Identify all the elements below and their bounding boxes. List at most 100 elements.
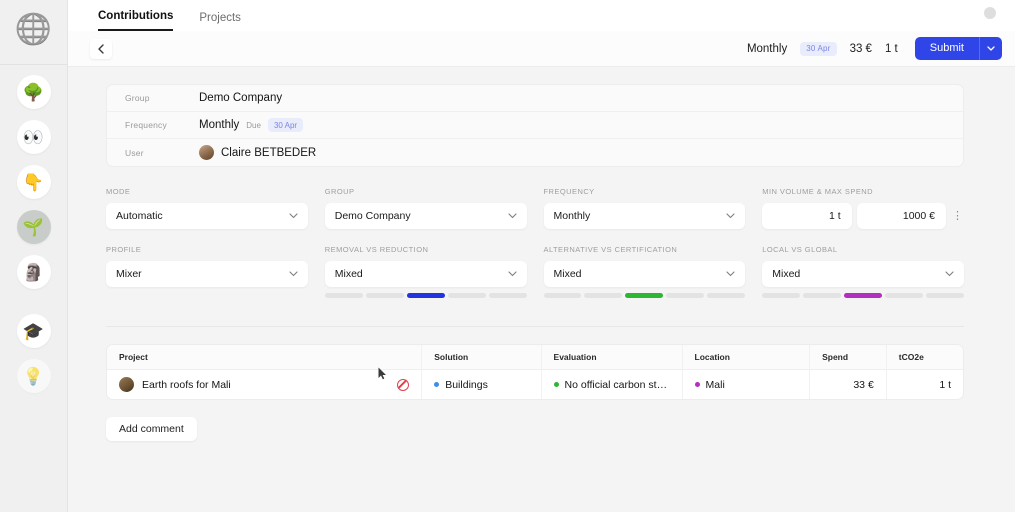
- slider-segment[interactable]: [762, 293, 801, 298]
- tab-contributions[interactable]: Contributions: [98, 10, 174, 31]
- vertical-dots-icon[interactable]: ⋮: [951, 203, 964, 229]
- chevron-down-icon: [726, 212, 735, 221]
- tab-projects[interactable]: Projects: [199, 12, 241, 31]
- slider-segment[interactable]: [803, 293, 842, 298]
- sidebar-item-pointing-down[interactable]: 👇: [16, 165, 51, 199]
- evaluation-dot: [553, 382, 559, 388]
- table-body: Earth roofs for Mali Buildings No offici…: [107, 369, 963, 399]
- form-row-1: MODE Automatic GROUP Demo Company FREQUE…: [106, 187, 964, 229]
- max-spend-input[interactable]: 1000 €: [856, 203, 946, 229]
- chevron-down-icon: [987, 46, 995, 51]
- slider-segment[interactable]: [584, 293, 623, 298]
- select-frequency[interactable]: Monthly: [543, 203, 746, 229]
- sidebar-divider: [0, 64, 68, 65]
- form-row-2: PROFILE Mixer REMOVAL VS REDUCTION Mixed: [106, 245, 965, 298]
- select-profile[interactable]: Mixer: [106, 261, 308, 287]
- submit-dropdown-button[interactable]: [979, 37, 1002, 60]
- slider-segment[interactable]: [926, 293, 965, 298]
- slider-segment[interactable]: [324, 293, 363, 298]
- label-alternative-vs-certification: ALTERNATIVE VS CERTIFICATION: [543, 245, 678, 254]
- slider-segment[interactable]: [885, 293, 924, 298]
- add-comment-button[interactable]: Add comment: [106, 417, 197, 441]
- tab-list: Contributions Projects: [98, 0, 241, 31]
- cell-location: Mali: [682, 369, 811, 399]
- th-location: Location: [682, 345, 811, 370]
- sidebar-item-graduation-cap[interactable]: 🎓: [16, 314, 51, 348]
- select-local-vs-global-value: Mixed: [772, 268, 801, 280]
- summary-spend: 33 €: [849, 42, 872, 55]
- label-min-volume-max-spend: MIN VOLUME & MAX SPEND: [762, 187, 874, 196]
- info-row-group: Group Demo Company: [107, 85, 963, 112]
- field-mode: MODE Automatic: [106, 187, 308, 229]
- sidebar-item-light-bulb[interactable]: 💡: [16, 359, 51, 393]
- solution-value: Buildings: [445, 378, 488, 391]
- slider-segment[interactable]: [406, 293, 445, 298]
- summary-volume: 1 t: [884, 42, 898, 55]
- slider-segment[interactable]: [447, 293, 486, 298]
- seedling-icon: 🌱: [22, 217, 45, 237]
- slider-segment[interactable]: [666, 293, 705, 298]
- label-local-vs-global: LOCAL VS GLOBAL: [762, 245, 838, 254]
- th-project: Project: [107, 345, 423, 370]
- slider-segment[interactable]: [543, 293, 582, 298]
- slider-segment[interactable]: [707, 293, 746, 298]
- slider-local-vs-global[interactable]: [762, 293, 965, 298]
- chevron-down-icon: [726, 270, 735, 279]
- evaluation-value: No official carbon sta...: [564, 378, 670, 391]
- sidebar-item-seedling[interactable]: 🌱: [16, 210, 51, 244]
- settings-form: MODE Automatic GROUP Demo Company FREQUE…: [106, 187, 965, 327]
- solution-dot: [434, 382, 440, 388]
- label-profile: PROFILE: [106, 245, 142, 254]
- eyes-icon: 👀: [22, 127, 45, 147]
- cell-tco2e: 1 t: [939, 378, 951, 391]
- field-removal-vs-reduction: REMOVAL VS REDUCTION Mixed: [324, 245, 527, 298]
- info-row-frequency: Frequency Monthly Due 30 Apr: [107, 112, 963, 139]
- main-area: Contributions Projects Monthly 30 Apr 33…: [68, 0, 1024, 512]
- cell-project: Earth roofs for Mali: [107, 369, 423, 399]
- slider-segment[interactable]: [488, 293, 527, 298]
- min-volume-input[interactable]: 1 t: [762, 203, 852, 229]
- label-mode: MODE: [106, 187, 131, 196]
- select-mode[interactable]: Automatic: [106, 203, 308, 229]
- field-local-vs-global: LOCAL VS GLOBAL Mixed: [762, 245, 965, 298]
- top-tab-bar: Contributions Projects: [68, 0, 1024, 31]
- select-removal-vs-reduction[interactable]: Mixed: [324, 261, 527, 287]
- slider-removal-vs-reduction[interactable]: [324, 293, 527, 298]
- select-group-value: Demo Company: [334, 210, 411, 222]
- table-head: Project Solution Evaluation Location Spe…: [107, 345, 963, 370]
- account-avatar[interactable]: [984, 7, 996, 19]
- sidebar-item-moai[interactable]: 🗿: [16, 255, 51, 289]
- project-name: Earth roofs for Mali: [142, 378, 231, 391]
- select-frequency-value: Monthly: [553, 210, 591, 222]
- select-group[interactable]: Demo Company: [324, 203, 527, 229]
- slider-segment[interactable]: [365, 293, 404, 298]
- slider-segment[interactable]: [844, 293, 883, 298]
- tree-icon: 🌳: [22, 82, 45, 102]
- select-profile-value: Mixer: [116, 268, 142, 280]
- sidebar-item-eyes[interactable]: 👀: [16, 120, 51, 154]
- submit-button[interactable]: Submit: [914, 37, 979, 60]
- select-alternative-vs-certification-value: Mixed: [553, 268, 582, 280]
- field-profile: PROFILE Mixer: [106, 245, 308, 298]
- field-alternative-vs-certification: ALTERNATIVE VS CERTIFICATION Mixed: [543, 245, 746, 298]
- slider-segment[interactable]: [625, 293, 664, 298]
- slider-alternative-vs-certification[interactable]: [543, 293, 746, 298]
- table-header-row: Project Solution Evaluation Location Spe…: [107, 345, 963, 370]
- select-alternative-vs-certification[interactable]: Mixed: [543, 261, 746, 287]
- globe-logo-icon[interactable]: 🌐: [14, 10, 54, 50]
- content-body: Group Demo Company Frequency Monthly Due…: [68, 67, 1024, 512]
- select-removal-vs-reduction-value: Mixed: [334, 268, 363, 280]
- submit-button-group: Submit: [914, 37, 1002, 60]
- field-group: GROUP Demo Company: [324, 187, 527, 229]
- chevron-down-icon: [507, 270, 517, 279]
- due-date-badge: 30 Apr: [267, 118, 304, 132]
- field-frequency: FREQUENCY Monthly: [543, 187, 746, 229]
- back-button[interactable]: [90, 38, 112, 59]
- block-icon[interactable]: [397, 378, 410, 391]
- chevron-down-icon: [289, 212, 298, 221]
- table-row[interactable]: Earth roofs for Mali Buildings No offici…: [107, 369, 963, 399]
- select-local-vs-global[interactable]: Mixed: [762, 261, 964, 287]
- sidebar-item-tree[interactable]: 🌳: [16, 75, 51, 109]
- th-solution: Solution: [421, 345, 542, 370]
- cell-spend: 33 €: [809, 369, 887, 399]
